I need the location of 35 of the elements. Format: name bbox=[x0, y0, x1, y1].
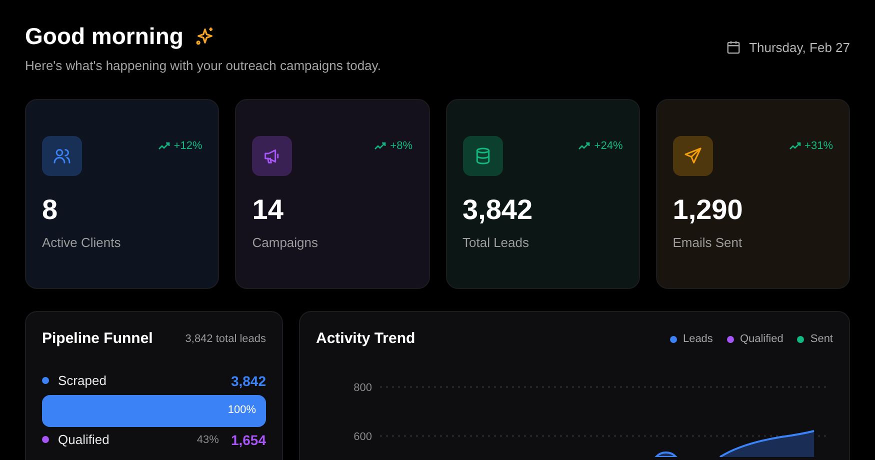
stat-value: 14 bbox=[252, 193, 284, 227]
change-percent: +12% bbox=[174, 139, 202, 154]
stat-label: Emails Sent bbox=[672, 234, 744, 252]
stage-percent: 100% bbox=[228, 403, 256, 418]
stat-value: 3,842 bbox=[462, 193, 534, 227]
stat-label: Active Clients bbox=[42, 234, 122, 252]
legend-label: Qualified bbox=[740, 332, 784, 347]
trend-up-icon bbox=[578, 141, 590, 152]
stat-label: Campaigns bbox=[252, 234, 320, 252]
trend-up-icon bbox=[158, 141, 170, 152]
sparkle-icon bbox=[195, 26, 216, 46]
stage-name: Qualified bbox=[58, 432, 110, 448]
axis-tick-label: 800 bbox=[354, 382, 372, 394]
stat-value: 8 bbox=[42, 193, 59, 227]
stage-count: 1,654 bbox=[230, 432, 266, 448]
stage-name: Scraped bbox=[58, 372, 106, 388]
change-percent: +24% bbox=[594, 139, 623, 154]
trend-up-icon bbox=[788, 141, 801, 152]
legend-label: Leads bbox=[682, 332, 713, 347]
date-label: Thursday, Feb 27 bbox=[749, 39, 850, 57]
stage-count: 3,842 bbox=[230, 372, 266, 388]
change-percent: +8% bbox=[390, 139, 412, 154]
card-title: Activity Trend bbox=[316, 329, 416, 349]
calendar-icon bbox=[726, 40, 742, 56]
subtitle: Here's what's happening with your outreach campaigns today. bbox=[25, 58, 381, 74]
trend-up-icon bbox=[374, 141, 386, 152]
stat-label: Total Leads bbox=[462, 234, 530, 252]
total-leads: 3,842 total leads bbox=[185, 332, 266, 347]
greeting-title: Good morning bbox=[25, 22, 184, 51]
legend-label: Sent bbox=[810, 332, 833, 347]
axis-tick-label: 600 bbox=[354, 430, 372, 442]
card-title: Pipeline Funnel bbox=[42, 329, 153, 349]
change-percent: +31% bbox=[804, 139, 833, 154]
stat-value: 1,290 bbox=[672, 193, 744, 227]
stage-percent: 43% bbox=[196, 432, 219, 448]
